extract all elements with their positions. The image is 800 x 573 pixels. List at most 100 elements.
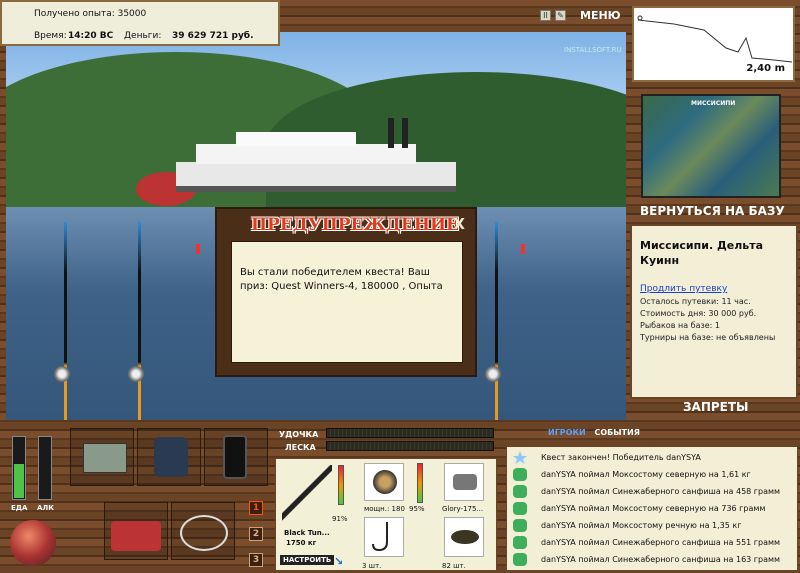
fishing-rod[interactable] bbox=[138, 222, 141, 420]
lure-name: Glory-175... bbox=[442, 505, 484, 513]
rod-tension-bar bbox=[326, 428, 494, 438]
fish-icon bbox=[513, 485, 527, 498]
close-button[interactable]: X bbox=[453, 215, 465, 233]
fish-icon bbox=[513, 536, 527, 549]
hook-slot[interactable] bbox=[364, 517, 404, 557]
float bbox=[521, 244, 525, 254]
mussel-icon bbox=[451, 530, 479, 544]
fishing-rod[interactable] bbox=[495, 222, 498, 420]
events-list: Квест закончен! Победитель danYSYA danYS… bbox=[506, 446, 798, 571]
list-item: danYSYA поймал Синежаберного санфиша на … bbox=[511, 483, 795, 500]
line-tension-bar bbox=[326, 441, 494, 451]
list-item: Квест закончен! Победитель danYSYA bbox=[511, 449, 795, 466]
reel-slot[interactable] bbox=[364, 463, 404, 501]
rod-slot-2-button[interactable]: 2 bbox=[249, 527, 263, 541]
rod-slot-3-button[interactable]: 3 bbox=[249, 553, 263, 567]
money-value: 39 629 721 руб. bbox=[172, 31, 254, 41]
dialog-title: ПРЕДУПРЕЖДЕНИЕ bbox=[251, 215, 459, 235]
return-to-base-button[interactable]: ВЕРНУТЬСЯ НА БАЗУ bbox=[640, 204, 785, 218]
reel[interactable] bbox=[54, 366, 70, 382]
backpack-slot[interactable] bbox=[137, 428, 201, 486]
tackle-box-slot[interactable] bbox=[70, 428, 134, 486]
rod-name: Black Tun... bbox=[284, 529, 330, 537]
backpack-icon bbox=[154, 437, 188, 477]
reel-wear-percent: 95% bbox=[409, 505, 425, 513]
list-item: danYSYA поймал Моксостому речную на 1,35… bbox=[511, 517, 795, 534]
keepnet-slot[interactable] bbox=[104, 502, 168, 560]
tournaments-status: Турниры на базе: не объявлены bbox=[640, 333, 776, 342]
tab-events[interactable]: СОБЫТИЯ bbox=[595, 428, 640, 437]
hook-icon bbox=[372, 522, 388, 552]
reel[interactable] bbox=[128, 366, 144, 382]
reel[interactable] bbox=[485, 366, 501, 382]
depth-value: 2,40 m bbox=[746, 63, 785, 74]
tackle-panel: 91% Black Tun... 1750 кг НАСТРОИТЬ ↘ мощ… bbox=[275, 458, 497, 571]
reel-icon bbox=[373, 470, 397, 494]
fish-icon bbox=[513, 519, 527, 532]
swap-arrow-icon[interactable]: ↘ bbox=[334, 555, 343, 568]
fish-icon bbox=[513, 502, 527, 515]
fishing-rod[interactable] bbox=[64, 222, 67, 420]
basket-icon bbox=[111, 521, 161, 551]
phone-slot[interactable] bbox=[204, 428, 268, 486]
tackle-box-icon bbox=[83, 443, 127, 473]
net-icon bbox=[180, 515, 228, 551]
food-meter bbox=[12, 436, 26, 500]
bait-bucket-icon[interactable] bbox=[10, 520, 56, 566]
food-label: ЕДА bbox=[11, 504, 28, 512]
line-label: ЛЕСКА bbox=[285, 443, 316, 452]
landing-net-slot[interactable] bbox=[171, 502, 235, 560]
setup-button[interactable]: НАСТРОИТЬ bbox=[280, 555, 335, 565]
menu-button[interactable]: МЕНЮ bbox=[580, 9, 621, 22]
alcohol-label: АЛК bbox=[37, 504, 54, 512]
top-menu: II ✎ МЕНЮ bbox=[540, 8, 630, 24]
list-item: danYSYA поймал Синежаберного санфиша на … bbox=[511, 534, 795, 551]
rod-slot-1-button[interactable]: 1 bbox=[249, 501, 263, 515]
time-label: Время: bbox=[34, 31, 67, 41]
fish-icon bbox=[513, 468, 527, 481]
day-cost: Стоимость дня: 30 000 руб. bbox=[640, 309, 757, 318]
fish-icon bbox=[513, 553, 527, 566]
anglers-count: Рыбаков на базе: 1 bbox=[640, 321, 720, 330]
money-label: Деньги: bbox=[124, 31, 162, 41]
warning-dialog: ПРЕДУПРЕЖДЕНИЕ X Вы стали победителем кв… bbox=[215, 207, 477, 377]
tab-players[interactable]: ИГРОКИ bbox=[548, 428, 586, 437]
lure-icon bbox=[453, 474, 477, 490]
pause-button[interactable]: II bbox=[540, 10, 551, 21]
steamboat bbox=[136, 118, 466, 210]
location-info-panel: Миссисипи. Дельта Куинн Продлить путевку… bbox=[630, 224, 798, 399]
phone-icon bbox=[223, 435, 247, 479]
list-item: danYSYA поймал Моксостому северную на 1,… bbox=[511, 466, 795, 483]
rod-wear-bar bbox=[338, 465, 344, 505]
dialog-message: Вы стали победителем квеста! Ваш приз: Q… bbox=[231, 241, 463, 363]
food-meter-fill bbox=[14, 463, 24, 498]
edit-icon[interactable]: ✎ bbox=[555, 10, 566, 21]
list-item: danYSYA поймал Синежаберного санфиша на … bbox=[511, 551, 795, 568]
location-map[interactable]: МИССИСИПИ bbox=[641, 94, 781, 198]
location-name: Миссисипи. Дельта Куинн bbox=[640, 239, 764, 267]
rod-label: УДОЧКА bbox=[279, 430, 319, 439]
bait-count: 82 шт. bbox=[442, 562, 466, 570]
extend-permit-link[interactable]: Продлить путевку bbox=[640, 284, 788, 294]
lure-slot[interactable] bbox=[444, 463, 484, 501]
permit-remaining: Осталось путевки: 11 час. bbox=[640, 297, 751, 306]
hook-count: 3 шт. bbox=[362, 562, 382, 570]
events-tabs: ИГРОКИ СОБЫТИЯ bbox=[548, 428, 646, 437]
bans-button[interactable]: ЗАПРЕТЫ bbox=[683, 400, 748, 414]
player-info-panel: Получено опыта: 35000 Время: 14:20 ВС Де… bbox=[0, 0, 280, 46]
time-value: 14:20 ВС bbox=[68, 31, 114, 41]
experience-text: Получено опыта: 35000 bbox=[34, 9, 147, 19]
reel-wear-bar bbox=[417, 463, 423, 503]
rod-wear-percent: 91% bbox=[332, 515, 348, 523]
rod-icon[interactable] bbox=[282, 465, 332, 521]
rod-max-weight: 1750 кг bbox=[286, 539, 317, 547]
depth-graph: 2,40 m bbox=[632, 6, 795, 82]
list-item: danYSYA поймал Моксостому северную на 73… bbox=[511, 500, 795, 517]
float bbox=[196, 244, 200, 254]
alcohol-meter bbox=[38, 436, 52, 500]
map-title: МИССИСИПИ bbox=[691, 100, 736, 107]
watermark: INSTALLSOFT.RU bbox=[564, 46, 622, 54]
reel-power: мощн.: 180 bbox=[364, 505, 405, 513]
bait-slot[interactable] bbox=[444, 517, 484, 557]
star-icon bbox=[513, 451, 527, 464]
